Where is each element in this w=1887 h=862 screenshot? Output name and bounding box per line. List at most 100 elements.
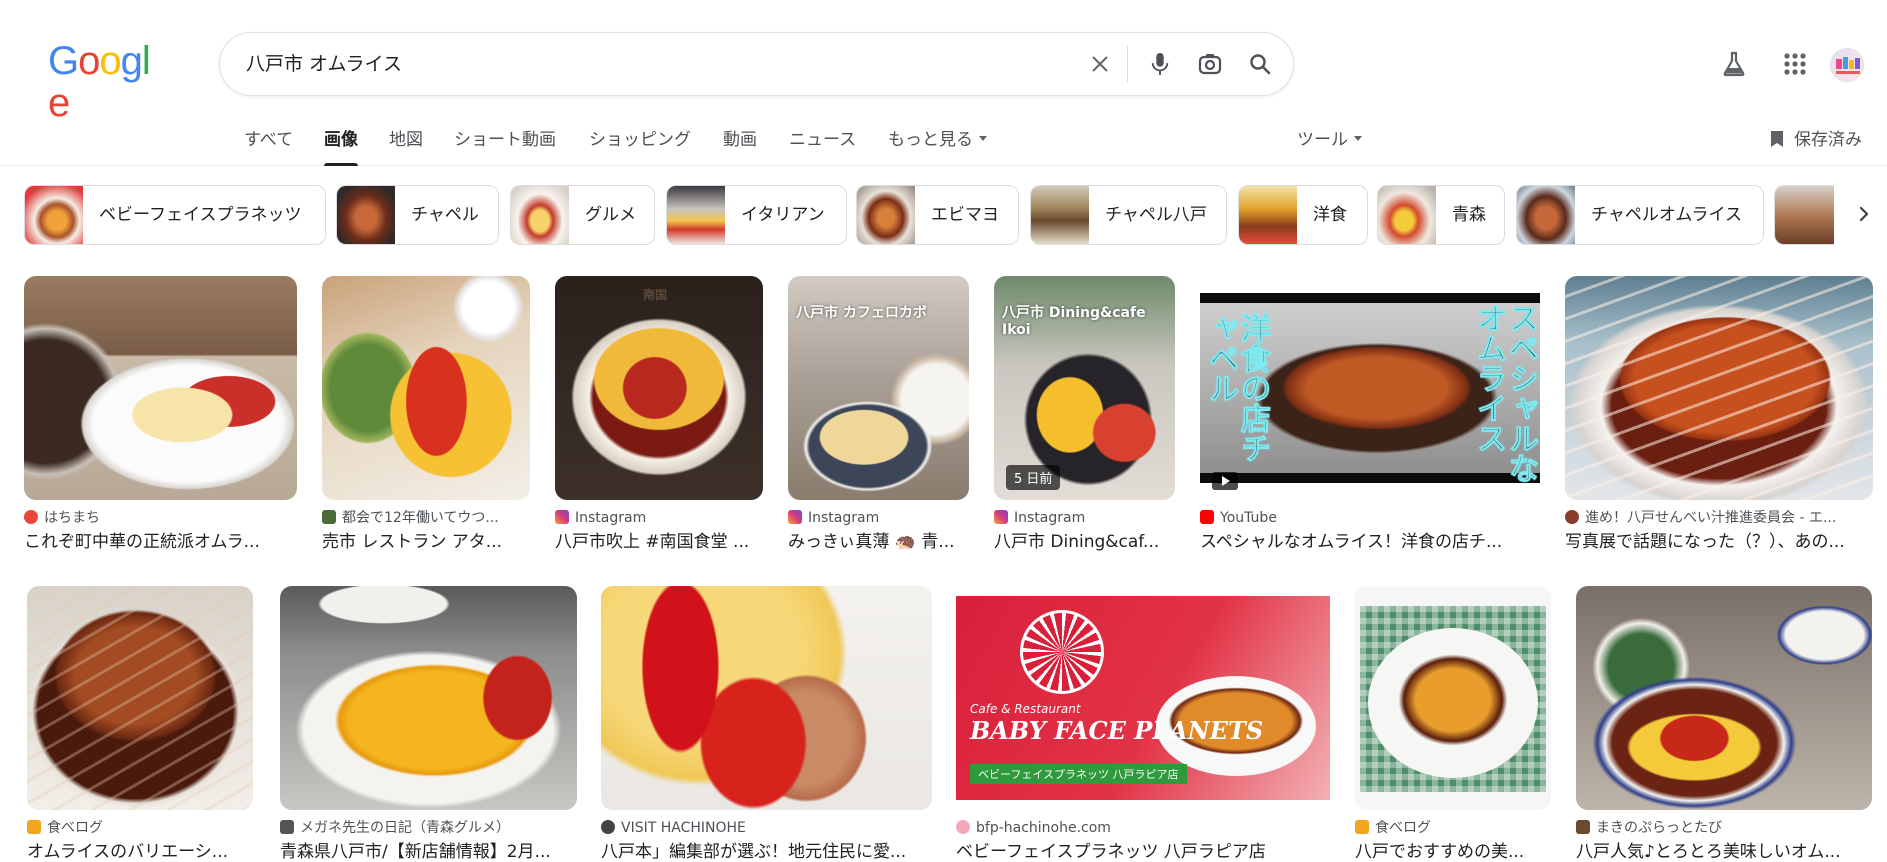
result-thumbnail[interactable]: [322, 276, 530, 500]
tab-maps[interactable]: 地図: [389, 126, 423, 166]
chip-chapel-hachinohe[interactable]: チャペル八戸: [1030, 185, 1227, 245]
chip-label: チャペル八戸: [1105, 205, 1207, 225]
result-title[interactable]: 八戸市吹上 #南国食堂 ...: [555, 531, 763, 553]
result-title[interactable]: 八戸人気♪とろとろ美味しいオム...: [1576, 841, 1872, 862]
chevron-down-icon: [979, 136, 987, 141]
result-thumbnail[interactable]: [24, 276, 297, 500]
result-title[interactable]: スペシャルなオムライス！洋食の店チ...: [1200, 531, 1540, 553]
image-result[interactable]: はちまち これぞ町中華の正統派オムラ...: [24, 276, 297, 556]
result-source[interactable]: Instagram: [555, 509, 763, 527]
result-source[interactable]: メガネ先生の日記（青森グルメ）: [280, 819, 577, 837]
result-source[interactable]: YouTube: [1200, 509, 1540, 527]
tab-shopping[interactable]: ショッピング: [589, 126, 691, 166]
tab-short-videos[interactable]: ショート動画: [454, 126, 556, 166]
saved-button[interactable]: 保存済み: [1770, 126, 1862, 166]
chip-thumbnail: [337, 186, 395, 244]
result-thumbnail[interactable]: 洋食の店チャペル スペシャルなオムライス: [1200, 276, 1540, 500]
result-title[interactable]: 八戸でおすすめの美...: [1355, 841, 1551, 862]
image-result[interactable]: Cafe & Restaurant BABY FACE PLANETS ベビーフ…: [956, 586, 1330, 862]
result-title[interactable]: 青森県八戸市/【新店舗情報】2月...: [280, 841, 577, 862]
result-title[interactable]: みっきぃ真薄 🦔 青...: [788, 531, 969, 553]
image-result[interactable]: メガネ先生の日記（青森グルメ） 青森県八戸市/【新店舗情報】2月...: [280, 586, 577, 862]
result-source[interactable]: Instagram: [788, 509, 969, 527]
image-result[interactable]: 食べログ 八戸でおすすめの美...: [1355, 586, 1551, 862]
image-result[interactable]: 食べログ オムライスのバリエーシ...: [27, 586, 253, 862]
tools-button[interactable]: ツール: [1297, 126, 1362, 166]
chevron-right-icon[interactable]: [1848, 198, 1880, 230]
image-result[interactable]: 洋食の店チャペル スペシャルなオムライス YouTube スペシャルなオムライス…: [1200, 276, 1540, 556]
result-thumbnail[interactable]: [1565, 276, 1873, 500]
image-result[interactable]: 八戸市 カフェロカボ Instagram みっきぃ真薄 🦔 青...: [788, 276, 969, 556]
chip-label: チャペルオムライス: [1591, 205, 1742, 225]
chip-thumbnail: [511, 186, 569, 244]
chip-chapel-omurice[interactable]: チャペルオムライス: [1516, 185, 1764, 245]
google-logo[interactable]: Googl e: [48, 39, 163, 124]
result-thumbnail[interactable]: [601, 586, 932, 810]
result-source[interactable]: 食べログ: [1355, 819, 1551, 837]
chip-italian[interactable]: イタリアン: [666, 185, 847, 245]
result-thumbnail[interactable]: [1576, 586, 1872, 810]
chip-babyface[interactable]: ベビーフェイスプラネッツ: [24, 185, 326, 245]
tab-more[interactable]: もっと見る: [888, 126, 987, 166]
source-label: 進め！八戸せんべい汁推進委員会 - エ...: [1585, 510, 1837, 526]
search-icon[interactable]: [1244, 48, 1276, 80]
camera-icon[interactable]: [1194, 48, 1226, 80]
tab-all[interactable]: すべて: [244, 126, 293, 166]
plate-text: 南国: [643, 288, 668, 302]
bookmark-icon: [1771, 131, 1783, 147]
result-title[interactable]: ベビーフェイスプラネッツ 八戸ラピア店: [956, 841, 1330, 862]
result-thumbnail[interactable]: 八戸市 カフェロカボ: [788, 276, 969, 500]
logo-letter: o: [78, 39, 100, 83]
result-source[interactable]: Instagram: [994, 509, 1175, 527]
search-box[interactable]: 八戸市 オムライス: [219, 32, 1294, 96]
image-result[interactable]: 南国 Instagram 八戸市吹上 #南国食堂 ...: [555, 276, 763, 556]
result-source[interactable]: bfp-hachinohe.com: [956, 819, 1330, 837]
result-source[interactable]: 進め！八戸せんべい汁推進委員会 - エ...: [1565, 509, 1873, 527]
result-title[interactable]: 八戸市 Dining&caf...: [994, 531, 1175, 553]
tools-label: ツール: [1297, 130, 1348, 150]
result-thumbnail[interactable]: [1355, 586, 1551, 810]
chip-aomori[interactable]: 青森: [1377, 185, 1505, 245]
result-source[interactable]: 食べログ: [27, 819, 253, 837]
result-thumbnail[interactable]: [27, 586, 253, 810]
result-thumbnail[interactable]: Cafe & Restaurant BABY FACE PLANETS ベビーフ…: [956, 586, 1330, 810]
tab-news[interactable]: ニュース: [789, 126, 856, 166]
omurice-photo: [1576, 586, 1872, 810]
site-favicon: [601, 820, 615, 834]
tab-videos[interactable]: 動画: [723, 126, 757, 166]
result-source[interactable]: VISIT HACHINOHE: [601, 819, 932, 837]
result-thumbnail[interactable]: 南国: [555, 276, 763, 500]
tab-label: 地図: [389, 130, 423, 150]
result-title[interactable]: これぞ町中華の正統派オムラ...: [24, 531, 297, 553]
chip-partial[interactable]: [1774, 185, 1834, 245]
microphone-icon[interactable]: [1144, 48, 1176, 80]
tab-images[interactable]: 画像: [324, 126, 358, 166]
result-source[interactable]: 都会で12年働いてウつ...: [322, 509, 530, 527]
result-title[interactable]: 売市 レストラン アタ...: [322, 531, 530, 553]
close-icon[interactable]: [1084, 48, 1116, 80]
result-title[interactable]: 写真展で話題になった（？）、あの...: [1565, 531, 1873, 553]
image-result[interactable]: まきのぷらっとたび 八戸人気♪とろとろ美味しいオム...: [1576, 586, 1872, 862]
chip-chapel[interactable]: チャペル: [336, 185, 499, 245]
chip-gourmet[interactable]: グルメ: [510, 185, 655, 245]
source-label: まきのぷらっとたび: [1596, 820, 1722, 836]
image-result[interactable]: 都会で12年働いてウつ... 売市 レストラン アタ...: [322, 276, 530, 556]
source-label: Instagram: [808, 510, 880, 526]
chip-western[interactable]: 洋食: [1238, 185, 1368, 245]
image-result[interactable]: VISIT HACHINOHE 八戸本」編集部が選ぶ！地元住民に愛...: [601, 586, 932, 862]
result-thumbnail[interactable]: 八戸市 Dining&cafe Ikoi 5 日前: [994, 276, 1175, 500]
flask-icon[interactable]: [1716, 46, 1752, 82]
logo-letter: G: [48, 39, 79, 83]
search-input[interactable]: 八戸市 オムライス: [246, 33, 402, 95]
result-thumbnail[interactable]: [280, 586, 577, 810]
result-source[interactable]: はちまち: [24, 509, 297, 527]
logo-letter: g: [120, 39, 143, 83]
image-result[interactable]: 進め！八戸せんべい汁推進委員会 - エ... 写真展で話題になった（？）、あの.…: [1565, 276, 1873, 556]
chip-ebimayo[interactable]: エビマヨ: [856, 185, 1019, 245]
image-result[interactable]: 八戸市 Dining&cafe Ikoi 5 日前 Instagram 八戸市 …: [994, 276, 1175, 556]
result-source[interactable]: まきのぷらっとたび: [1576, 819, 1872, 837]
avatar[interactable]: [1830, 48, 1864, 82]
result-title[interactable]: オムライスのバリエーシ...: [27, 841, 253, 862]
result-title[interactable]: 八戸本」編集部が選ぶ！地元住民に愛...: [601, 841, 932, 862]
apps-grid-icon[interactable]: [1777, 46, 1813, 82]
